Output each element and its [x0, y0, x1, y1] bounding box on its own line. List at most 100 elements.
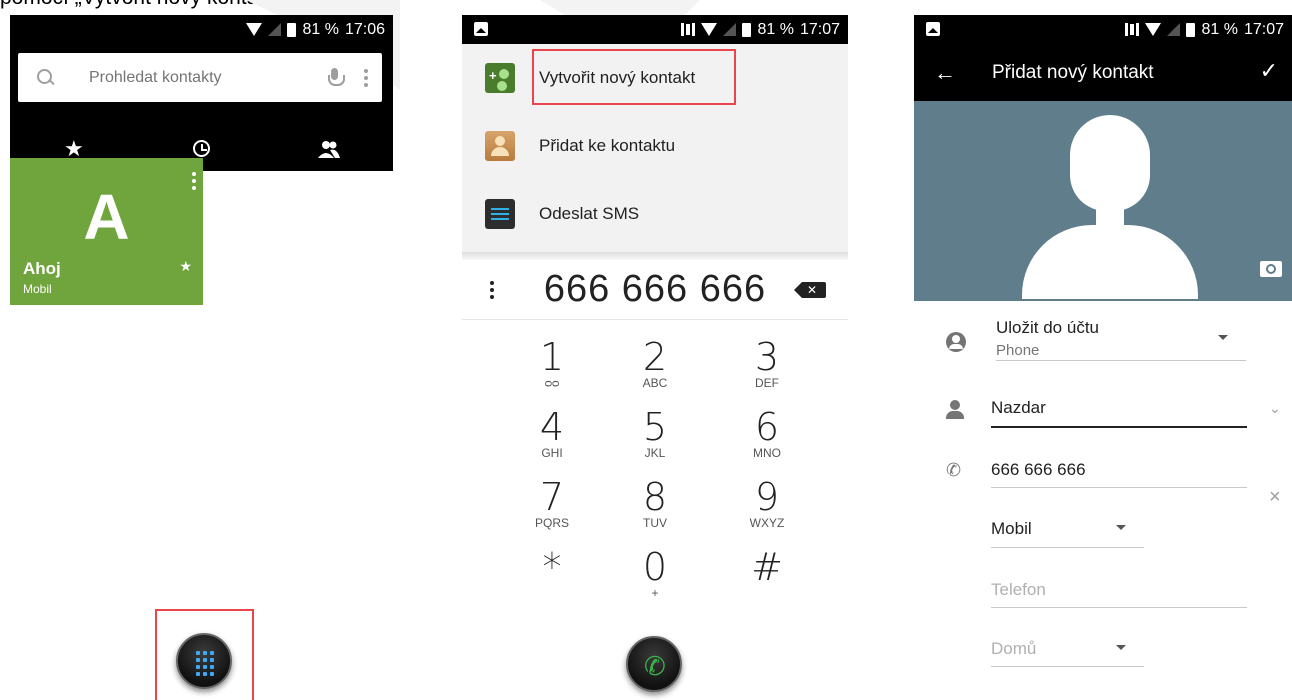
- dialpad-key[interactable]: 8 TUV: [615, 477, 695, 529]
- dialpad-key[interactable]: 4 GHI: [512, 407, 592, 459]
- contact-number-type: Mobil: [23, 282, 52, 296]
- signal-icon: [268, 23, 282, 36]
- phone-icon: ✆: [946, 460, 962, 480]
- save-check-icon[interactable]: ✓: [1260, 58, 1278, 84]
- dialpad-key[interactable]: 2 ABC: [615, 337, 695, 389]
- battery-icon: [1186, 22, 1196, 37]
- key-letters: ABC: [642, 376, 668, 390]
- key-digit: 4: [539, 405, 565, 449]
- phone-type-select[interactable]: Mobil: [991, 519, 1032, 539]
- second-phone-type-dropdown-icon[interactable]: [1116, 645, 1126, 650]
- key-letters: JKL: [644, 446, 666, 460]
- dialpad-key[interactable]: 9 WXYZ: [727, 477, 807, 529]
- key-digit: 6: [754, 405, 780, 449]
- call-button[interactable]: ✆: [626, 636, 682, 692]
- avatar-placeholder: [1070, 115, 1150, 211]
- dialpad-fab-button[interactable]: [176, 633, 232, 689]
- account-label[interactable]: Uložit do účtu: [996, 318, 1099, 338]
- divider: [462, 252, 848, 260]
- key-digit: 1: [539, 335, 565, 379]
- contact-photo[interactable]: [914, 101, 1292, 301]
- clock-time: 17:07: [799, 20, 840, 38]
- remove-phone-icon[interactable]: ×: [1269, 486, 1281, 509]
- name-field[interactable]: Nazdar: [991, 398, 1046, 418]
- dialpad-key[interactable]: 5 JKL: [615, 407, 695, 459]
- dialer-screen: 81 % 17:07 Vytvořit nový kontakt Přidat …: [462, 15, 848, 700]
- dialpad-key[interactable]: 6 MNO: [727, 407, 807, 459]
- contacts-screen: 81 % 17:06 Prohledat kontakty ★ A Ahoj M: [10, 15, 393, 700]
- dialpad-key[interactable]: 0 +: [615, 547, 695, 599]
- contact-card-icon: [485, 131, 515, 161]
- dialpad-key[interactable]: 7 PQRS: [512, 477, 592, 529]
- phone-field[interactable]: 666 666 666: [991, 460, 1086, 480]
- contact-name: Ahoj: [23, 259, 61, 278]
- status-bar: 81 % 17:07: [462, 15, 848, 44]
- key-digit: 5: [642, 405, 668, 449]
- key-letters: +: [651, 586, 659, 600]
- search-input[interactable]: Prohledat kontakty: [89, 69, 328, 87]
- dialpad-icon: [196, 651, 214, 676]
- key-letters: PQRS: [534, 516, 569, 530]
- tab-contacts[interactable]: [265, 126, 393, 171]
- dialed-number[interactable]: 666 666 666: [508, 268, 802, 311]
- vibrate-icon: [1125, 23, 1140, 36]
- menu-item-add-to-contact[interactable]: Přidat ke kontaktu: [462, 112, 848, 180]
- key-letters: DEF: [755, 376, 779, 390]
- microphone-icon[interactable]: [328, 67, 345, 88]
- menu-item-label: Přidat ke kontaktu: [539, 136, 676, 155]
- account-dropdown-icon[interactable]: [1218, 335, 1228, 340]
- menu-item-send-sms[interactable]: Odeslat SMS: [462, 180, 848, 248]
- vibrate-icon: [681, 23, 696, 36]
- wifi-icon: [701, 23, 718, 36]
- clock-icon: [193, 140, 210, 157]
- wifi-icon: [246, 23, 263, 36]
- person-icon: [946, 400, 966, 420]
- phone-type-dropdown-icon[interactable]: [1116, 525, 1126, 530]
- dialer-overflow-icon[interactable]: [490, 280, 494, 299]
- account-underline: [996, 360, 1246, 361]
- page-title: Přidat nový kontakt: [992, 61, 1154, 83]
- account-value[interactable]: Phone: [996, 342, 1039, 359]
- overflow-menu-icon[interactable]: [364, 68, 368, 87]
- status-bar: 81 % 17:07: [914, 15, 1292, 44]
- back-arrow-icon[interactable]: ←: [934, 60, 956, 86]
- second-phone-field[interactable]: Telefon: [991, 580, 1046, 600]
- dialpad-key[interactable]: *: [512, 547, 592, 587]
- status-bar: 81 % 17:06: [10, 15, 393, 44]
- clock-time: 17:07: [1243, 20, 1284, 38]
- search-icon: [37, 68, 55, 87]
- battery-level: 81 %: [757, 20, 794, 38]
- dialpad-key[interactable]: 3 DEF: [727, 337, 807, 389]
- favorite-contact-tile[interactable]: A Ahoj Mobil ★: [10, 158, 203, 305]
- battery-level: 81 %: [1201, 20, 1238, 38]
- search-bar[interactable]: Prohledat kontakty: [18, 53, 382, 102]
- wifi-icon: [1145, 23, 1162, 36]
- key-letters: TUV: [643, 516, 667, 530]
- battery-level: 81 %: [302, 20, 339, 38]
- expand-chevron-icon[interactable]: ⌄: [1269, 400, 1281, 417]
- key-letters: MNO: [753, 446, 781, 460]
- key-letters: ᴑᴑ: [544, 376, 560, 390]
- gallery-notification-icon: [926, 22, 940, 36]
- key-digit: 8: [642, 475, 668, 519]
- backspace-icon[interactable]: [794, 281, 826, 298]
- dialpad-key[interactable]: 1 ᴑᴑ: [512, 337, 592, 389]
- signal-icon: [723, 23, 737, 36]
- name-underline: [991, 426, 1247, 428]
- camera-icon[interactable]: [1260, 261, 1282, 277]
- phone-type-underline: [991, 547, 1144, 548]
- key-digit: 0: [642, 545, 668, 589]
- key-letters: GHI: [541, 446, 563, 460]
- new-contact-screen: 81 % 17:07 ← Přidat nový kontakt ✓ Uloži…: [914, 15, 1292, 700]
- contacts-header: Prohledat kontakty ★: [10, 44, 393, 171]
- second-phone-type-select[interactable]: Domů: [991, 639, 1036, 659]
- highlight-box-create-contact: [532, 49, 736, 105]
- dialpad-key[interactable]: #: [727, 547, 807, 587]
- add-contact-icon: [485, 63, 515, 93]
- menu-item-label: Odeslat SMS: [539, 204, 640, 223]
- key-digit: 9: [754, 475, 780, 519]
- battery-icon: [742, 22, 752, 37]
- clock-time: 17:06: [344, 20, 385, 38]
- key-digit: #: [751, 545, 783, 589]
- people-icon: [318, 140, 341, 158]
